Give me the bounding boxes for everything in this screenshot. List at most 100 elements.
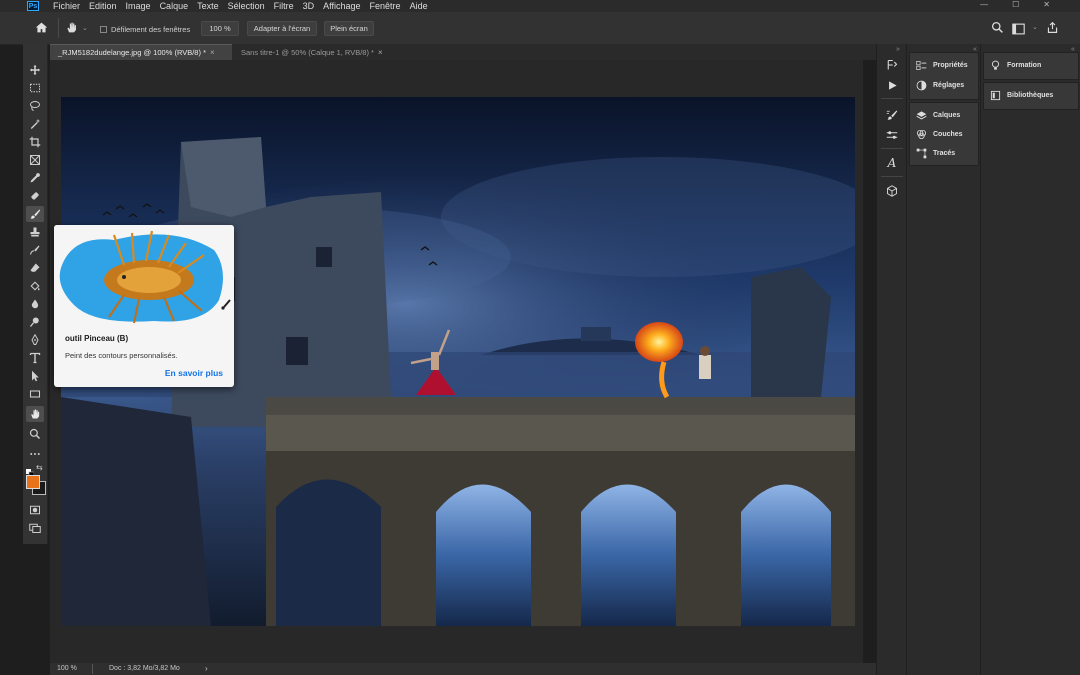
panel-label-adjustments: Réglages	[933, 82, 965, 89]
fullscreen-button[interactable]: Plein écran	[324, 21, 374, 36]
menu-selection[interactable]: Sélection	[228, 1, 265, 11]
libraries-icon	[990, 90, 1001, 101]
minimize-button[interactable]: —	[980, 0, 988, 9]
window-controls: — ☐ ✕	[980, 0, 1050, 9]
divider	[881, 148, 903, 149]
adjustments-icon	[916, 80, 927, 91]
actions-play-icon[interactable]	[885, 78, 899, 92]
close-button[interactable]: ✕	[1043, 0, 1050, 9]
quick-mask-icon[interactable]	[26, 502, 44, 518]
adjustment-sliders-icon[interactable]	[885, 128, 899, 142]
panel-channels[interactable]: Couches	[916, 129, 963, 140]
tooltip-preview-image	[54, 225, 234, 327]
menu-3d[interactable]: 3D	[303, 1, 315, 11]
panel-icon-strip: » A	[876, 44, 907, 675]
panel-adjustments[interactable]: Réglages	[916, 80, 964, 91]
maximize-button[interactable]: ☐	[1012, 0, 1019, 9]
history-brush-tool-icon[interactable]	[26, 242, 44, 258]
scroll-all-checkbox[interactable]	[100, 26, 107, 33]
swap-colors-icon[interactable]: ⇆	[36, 463, 43, 472]
lightbulb-icon	[991, 60, 1000, 70]
close-tab-icon[interactable]: ×	[210, 48, 215, 57]
chevron-down-icon[interactable]: ⌄	[82, 24, 88, 32]
menu-filtre[interactable]: Filtre	[274, 1, 294, 11]
hand-tool-icon[interactable]	[26, 406, 44, 422]
foreground-color-swatch[interactable]	[26, 475, 40, 489]
rectangle-tool-icon[interactable]	[26, 386, 44, 402]
scroll-all-windows-option[interactable]: Défilement des fenêtres	[100, 25, 190, 34]
tooltip-description: Peint des contours personnalisés.	[65, 351, 178, 360]
menu-edition[interactable]: Edition	[89, 1, 117, 11]
panel-label-channels: Couches	[933, 131, 963, 138]
panel-group-learn: Formation	[983, 52, 1079, 80]
lasso-tool-icon[interactable]	[26, 98, 44, 114]
learn-more-link[interactable]: En savoir plus	[165, 368, 223, 378]
tab-document-1[interactable]: _RJM5182dudelange.jpg @ 100% (RVB/8) * ×	[50, 44, 232, 60]
panel-label-layers: Calques	[933, 112, 961, 119]
panel-learn[interactable]: Formation	[990, 60, 1041, 71]
status-menu-arrow[interactable]: ›	[205, 664, 208, 673]
panel-label-properties: Propriétés	[933, 62, 968, 69]
home-icon[interactable]	[35, 21, 48, 39]
document-tabs: _RJM5182dudelange.jpg @ 100% (RVB/8) * ×…	[50, 44, 876, 60]
menu-fichier[interactable]: Fichier	[53, 1, 80, 11]
zoom-tool-icon[interactable]	[26, 426, 44, 442]
collapse-icon[interactable]: »	[896, 46, 900, 53]
paint-bucket-tool-icon[interactable]	[26, 278, 44, 294]
brush-settings-icon[interactable]	[885, 108, 899, 122]
panel-group-properties: Propriétés Réglages	[909, 52, 979, 100]
hand-tool-icon[interactable]	[65, 21, 78, 39]
panel-libraries[interactable]: Bibliothèques	[990, 90, 1053, 101]
panel-label-paths: Tracés	[933, 150, 956, 157]
fit-screen-button[interactable]: Adapter à l'écran	[247, 21, 317, 36]
magic-wand-tool-icon[interactable]	[26, 116, 44, 132]
menu-affichage[interactable]: Affichage	[323, 1, 360, 11]
screen-mode-icon[interactable]	[26, 520, 44, 536]
panel-paths[interactable]: Tracés	[916, 148, 955, 159]
divider	[881, 98, 903, 99]
eraser-tool-icon[interactable]	[26, 260, 44, 276]
divider	[92, 664, 93, 674]
menu-fenetre[interactable]: Fenêtre	[370, 1, 401, 11]
eyedropper-tool-icon[interactable]	[26, 170, 44, 186]
stamp-tool-icon[interactable]	[26, 224, 44, 240]
history-icon[interactable]	[885, 58, 899, 72]
share-icon[interactable]	[1046, 21, 1059, 39]
search-icon[interactable]	[991, 21, 1004, 39]
status-doc-size: Doc : 3,82 Mo/3,82 Mo	[109, 665, 180, 672]
dodge-tool-icon[interactable]	[26, 314, 44, 330]
menu-calque[interactable]: Calque	[160, 1, 189, 11]
menu-aide[interactable]: Aide	[410, 1, 428, 11]
crop-tool-icon[interactable]	[26, 134, 44, 150]
status-zoom[interactable]: 100 %	[57, 665, 77, 672]
tooltip-title: outil Pinceau (B)	[65, 334, 129, 343]
divider	[881, 176, 903, 177]
frame-tool-icon[interactable]	[26, 152, 44, 168]
tab-document-2[interactable]: Sans titre-1 @ 50% (Calque 1, RVB/8) * ×	[233, 44, 395, 60]
workspace-icon[interactable]	[1012, 22, 1025, 40]
more-tools-icon[interactable]	[26, 446, 44, 462]
panel-properties[interactable]: Propriétés	[916, 60, 968, 71]
character-icon[interactable]: A	[885, 156, 899, 170]
pen-tool-icon[interactable]	[26, 332, 44, 348]
move-tool-icon[interactable]	[26, 62, 44, 78]
close-tab-icon[interactable]: ×	[378, 48, 383, 57]
panel-column-properties: « Propriétés Réglages Calques Couches Tr…	[906, 44, 981, 675]
type-tool-icon[interactable]	[26, 350, 44, 366]
panel-column-learn: « Formation Bibliothèques	[980, 44, 1080, 675]
path-selection-tool-icon[interactable]	[26, 368, 44, 384]
zoom-value-field[interactable]: 100 %	[201, 21, 239, 36]
menu-texte[interactable]: Texte	[197, 1, 219, 11]
marquee-tool-icon[interactable]	[26, 80, 44, 96]
divider	[58, 18, 59, 38]
healing-brush-tool-icon[interactable]	[26, 188, 44, 204]
blur-tool-icon[interactable]	[26, 296, 44, 312]
brush-tool-icon[interactable]	[26, 206, 44, 222]
3d-cube-icon[interactable]	[885, 184, 899, 198]
menu-image[interactable]: Image	[126, 1, 151, 11]
tools-panel: ⇆	[23, 44, 48, 544]
paths-icon	[916, 148, 927, 159]
panel-layers[interactable]: Calques	[916, 110, 960, 121]
scroll-all-label: Défilement des fenêtres	[111, 25, 191, 34]
chevron-down-icon[interactable]: ⌄	[1032, 23, 1038, 31]
